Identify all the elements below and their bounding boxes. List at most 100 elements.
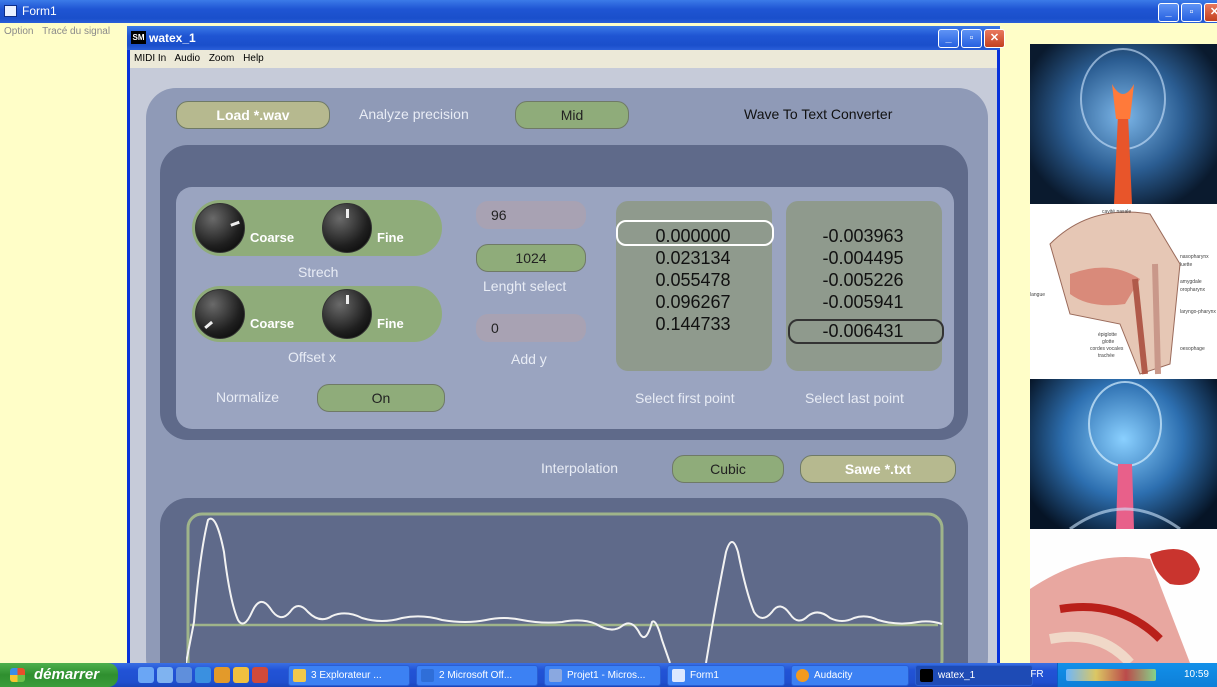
diagram-label: oesophage [1180,346,1205,352]
task-audacity[interactable]: Audacity [791,664,909,686]
watex-window-buttons: _ ▫ ✕ [938,29,1005,48]
first-point-item[interactable]: 0.000000 [618,226,768,247]
add-y-field[interactable]: 0 [476,314,586,342]
last-point-item[interactable]: -0.005226 [788,270,938,291]
clock[interactable]: 10:59 [1184,663,1209,687]
normalize-toggle[interactable]: On [317,384,445,412]
language-indicator[interactable]: FR [1022,663,1052,687]
watex-maximize-button[interactable]: ▫ [961,29,982,48]
first-point-item[interactable]: 0.096267 [618,292,768,313]
first-point-item[interactable]: 0.023134 [618,248,768,269]
diagram-label: cavité nasale [1102,209,1132,215]
watex-minimize-button[interactable]: _ [938,29,959,48]
stretch-fine-knob[interactable] [322,203,372,253]
last-point-item[interactable]: -0.003963 [788,226,938,247]
load-wav-button[interactable]: Load *.wav [176,101,330,129]
tray-icons[interactable] [1066,669,1156,681]
close-button[interactable]: ✕ [1204,3,1217,22]
interpolation-select[interactable]: Cubic [672,455,784,483]
form1-title-bar[interactable]: Form1 _ ▫ ✕ [0,0,1217,23]
diagram-label: nasopharynx [1180,254,1209,260]
analyze-precision-label: Analyze precision [359,106,469,122]
last-point-item[interactable]: -0.005941 [788,292,938,313]
menu-option[interactable]: Option [4,26,33,37]
form1-window-buttons: _ ▫ ✕ [1158,3,1217,22]
stretch-fine-label: Fine [377,230,404,245]
minimize-button[interactable]: _ [1158,3,1179,22]
system-tray: 10:59 [1057,663,1217,687]
menu-help[interactable]: Help [243,53,264,64]
normalize-label: Normalize [216,389,280,405]
form1-app-icon [4,5,17,17]
watex-menu-bar: MIDI In Audio Zoom Help [130,50,997,68]
stretch-coarse-label: Coarse [250,230,295,245]
task-label: 2 Microsoft Off... [439,669,513,681]
task-form1[interactable]: Form1 [667,664,785,686]
task-label: Projet1 - Micros... [567,669,646,681]
waveform-display[interactable] [186,512,946,663]
folder-icon [293,668,306,682]
maximize-button[interactable]: ▫ [1181,3,1202,22]
network-icon[interactable] [176,667,192,683]
analyze-precision-select[interactable]: Mid [515,101,629,129]
left-pane [0,41,127,661]
first-point-item[interactable]: 0.144733 [618,314,768,335]
watex-title-bar[interactable]: SM watex_1 _ ▫ ✕ [127,26,1005,50]
diagram-label: luette [1180,262,1193,268]
explorer-icon[interactable] [157,667,173,683]
first-point-item[interactable]: 0.055478 [618,270,768,291]
desktop-icon[interactable] [138,667,154,683]
watex-window: SM watex_1 _ ▫ ✕ MIDI In Audio Zoom Help… [127,26,1005,687]
waveform-frame [186,512,944,663]
task-label: 3 Explorateur ... [311,669,382,681]
app-icon[interactable] [233,667,249,683]
diagram-label: oropharynx [1180,287,1206,293]
firefox-icon[interactable] [214,667,230,683]
app-icon[interactable] [252,667,268,683]
knob-indicator [230,220,240,227]
offset-coarse-knob[interactable] [195,289,245,339]
offset-fine-knob[interactable] [322,289,372,339]
menu-midi-in[interactable]: MIDI In [134,53,166,64]
diagram-label: épiglotte [1098,332,1117,338]
task-label: watex_1 [938,669,976,681]
offset-coarse-label: Coarse [250,316,295,331]
watex-client-area: Load *.wav Analyze precision Mid Wave To… [130,68,997,687]
length-select-field[interactable]: 1024 [476,244,586,272]
watex-task-icon [920,668,933,682]
windows-flag-icon [10,668,25,682]
knob-indicator [346,209,349,218]
task-office[interactable]: 2 Microsoft Off... [416,664,538,686]
diagram-label: langue [1030,292,1046,298]
right-pane [1000,23,1030,663]
watex-title: watex_1 [149,31,196,45]
vb-icon [549,668,562,682]
menu-audio[interactable]: Audio [174,53,200,64]
last-point-item[interactable]: -0.006431 [788,321,938,342]
last-point-item[interactable]: -0.004495 [788,248,938,269]
first-point-label: Select first point [635,390,735,406]
throat-xray-image [1030,44,1217,204]
offset-x-label: Offset x [288,349,336,365]
start-button[interactable]: démarrer [0,663,118,687]
value-96-field[interactable]: 96 [476,201,586,229]
task-watex[interactable]: watex_1 [915,664,1033,686]
form1-menu-bar: Option Tracé du signal [0,23,127,41]
app-title: Wave To Text Converter [744,106,893,122]
diagram-label: glotte [1102,339,1115,345]
save-txt-button[interactable]: Sawe *.txt [800,455,956,483]
start-label: démarrer [34,666,100,683]
watex-close-button[interactable]: ✕ [984,29,1005,48]
stretch-coarse-knob[interactable] [195,203,245,253]
ie-icon[interactable] [195,667,211,683]
length-select-label: Lenght select [483,278,567,294]
last-point-label: Select last point [805,390,904,406]
task-explorer[interactable]: 3 Explorateur ... [288,664,410,686]
anatomy-image-column: cavité nasale nasopharynx luette amygdal… [1030,44,1217,663]
task-projet1[interactable]: Projet1 - Micros... [544,664,661,686]
stretch-label: Strech [298,264,339,280]
diagram-label: laryngo-pharynx [1180,309,1216,315]
diagram-label: cordes vocales [1090,346,1124,352]
menu-zoom[interactable]: Zoom [209,53,235,64]
menu-trace-signal[interactable]: Tracé du signal [42,26,110,37]
